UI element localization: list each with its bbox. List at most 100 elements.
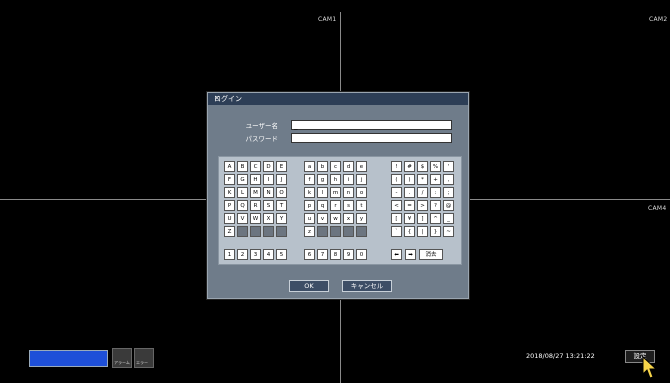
key-lower-21[interactable]: v: [317, 213, 328, 224]
key-lower-19[interactable]: t: [356, 200, 367, 211]
key-symbols-12[interactable]: /: [417, 187, 428, 198]
username-field[interactable]: _: [291, 120, 452, 130]
key-symbols-13[interactable]: :: [430, 187, 441, 198]
key-symbols-29[interactable]: ~: [443, 226, 454, 237]
key-upper-14[interactable]: O: [276, 187, 287, 198]
key-digit-8[interactable]: 8: [330, 249, 341, 260]
key-lower-1[interactable]: b: [317, 161, 328, 172]
key-lower-5[interactable]: f: [304, 174, 315, 185]
key-upper-12[interactable]: M: [250, 187, 261, 198]
key-upper-16[interactable]: Q: [237, 200, 248, 211]
key-symbols-7[interactable]: *: [417, 174, 428, 185]
key-symbols-26[interactable]: {: [404, 226, 415, 237]
key-upper-25[interactable]: Z: [224, 226, 235, 237]
key-lower-14[interactable]: o: [356, 187, 367, 198]
alarm-button[interactable]: アラーム: [112, 348, 132, 368]
key-symbols-10[interactable]: -: [391, 187, 402, 198]
left-arrow-icon[interactable]: ⬅: [391, 249, 402, 260]
key-upper-4[interactable]: E: [276, 161, 287, 172]
key-symbols-6[interactable]: ): [404, 174, 415, 185]
key-lower-18[interactable]: s: [343, 200, 354, 211]
key-lower-15[interactable]: p: [304, 200, 315, 211]
key-digit-0[interactable]: 0: [356, 249, 367, 260]
key-symbols-4[interactable]: ': [443, 161, 454, 172]
key-lower-9[interactable]: j: [356, 174, 367, 185]
key-upper-13[interactable]: N: [263, 187, 274, 198]
right-arrow-icon[interactable]: ➡: [405, 249, 416, 260]
key-upper-17[interactable]: R: [250, 200, 261, 211]
key-upper-3[interactable]: D: [263, 161, 274, 172]
key-symbols-0[interactable]: !: [391, 161, 402, 172]
key-symbols-20[interactable]: [: [391, 213, 402, 224]
key-symbols-28[interactable]: }: [430, 226, 441, 237]
key-symbols-1[interactable]: #: [404, 161, 415, 172]
password-field[interactable]: [291, 133, 452, 143]
key-lower-7[interactable]: h: [330, 174, 341, 185]
ok-button[interactable]: OK: [289, 280, 329, 292]
key-lower-17[interactable]: r: [330, 200, 341, 211]
key-upper-5[interactable]: F: [224, 174, 235, 185]
key-symbols-27[interactable]: |: [417, 226, 428, 237]
key-digit-1[interactable]: 1: [224, 249, 235, 260]
key-symbols-2[interactable]: $: [417, 161, 428, 172]
key-lower-23[interactable]: x: [343, 213, 354, 224]
key-digit-7[interactable]: 7: [317, 249, 328, 260]
key-symbols-8[interactable]: +: [430, 174, 441, 185]
key-upper-15[interactable]: P: [224, 200, 235, 211]
key-symbols-25[interactable]: `: [391, 226, 402, 237]
key-symbols-9[interactable]: ,: [443, 174, 454, 185]
key-digit-6[interactable]: 6: [304, 249, 315, 260]
key-upper-1[interactable]: B: [237, 161, 248, 172]
key-symbols-14[interactable]: ;: [443, 187, 454, 198]
key-symbols-21[interactable]: ¥: [404, 213, 415, 224]
key-symbols-17[interactable]: >: [417, 200, 428, 211]
key-digit-2[interactable]: 2: [237, 249, 248, 260]
key-digit-3[interactable]: 3: [250, 249, 261, 260]
key-symbols-3[interactable]: %: [430, 161, 441, 172]
key-lower-20[interactable]: u: [304, 213, 315, 224]
key-upper-6[interactable]: G: [237, 174, 248, 185]
key-upper-2[interactable]: C: [250, 161, 261, 172]
key-lower-2[interactable]: c: [330, 161, 341, 172]
key-symbols-22[interactable]: ]: [417, 213, 428, 224]
key-lower-8[interactable]: i: [343, 174, 354, 185]
key-lower-12[interactable]: m: [330, 187, 341, 198]
key-lower-11[interactable]: l: [317, 187, 328, 198]
key-symbols-15[interactable]: <: [391, 200, 402, 211]
key-lower-4[interactable]: e: [356, 161, 367, 172]
key-lower-0[interactable]: a: [304, 161, 315, 172]
key-lower-6[interactable]: g: [317, 174, 328, 185]
key-lower-13[interactable]: n: [343, 187, 354, 198]
key-upper-22[interactable]: W: [250, 213, 261, 224]
key-digit-5[interactable]: 5: [276, 249, 287, 260]
key-upper-19[interactable]: T: [276, 200, 287, 211]
key-symbols-24[interactable]: _: [443, 213, 454, 224]
key-lower-24[interactable]: y: [356, 213, 367, 224]
key-upper-8[interactable]: I: [263, 174, 274, 185]
key-upper-18[interactable]: S: [263, 200, 274, 211]
error-button[interactable]: エラー: [134, 348, 154, 368]
key-symbols-19[interactable]: @: [443, 200, 454, 211]
key-digit-4[interactable]: 4: [263, 249, 274, 260]
delete-button[interactable]: 消去: [419, 249, 443, 260]
key-upper-23[interactable]: X: [263, 213, 274, 224]
key-upper-7[interactable]: H: [250, 174, 261, 185]
key-lower-25[interactable]: z: [304, 226, 315, 237]
key-symbols-16[interactable]: =: [404, 200, 415, 211]
key-upper-21[interactable]: V: [237, 213, 248, 224]
key-upper-24[interactable]: Y: [276, 213, 287, 224]
key-symbols-18[interactable]: ?: [430, 200, 441, 211]
key-symbols-11[interactable]: .: [404, 187, 415, 198]
key-lower-22[interactable]: w: [330, 213, 341, 224]
key-lower-10[interactable]: k: [304, 187, 315, 198]
key-upper-20[interactable]: U: [224, 213, 235, 224]
key-upper-10[interactable]: K: [224, 187, 235, 198]
key-upper-0[interactable]: A: [224, 161, 235, 172]
cancel-button[interactable]: キャンセル: [342, 280, 392, 292]
key-upper-11[interactable]: L: [237, 187, 248, 198]
key-lower-3[interactable]: d: [343, 161, 354, 172]
key-symbols-23[interactable]: ^: [430, 213, 441, 224]
key-digit-9[interactable]: 9: [343, 249, 354, 260]
key-symbols-5[interactable]: (: [391, 174, 402, 185]
close-icon[interactable]: ×: [214, 94, 463, 102]
